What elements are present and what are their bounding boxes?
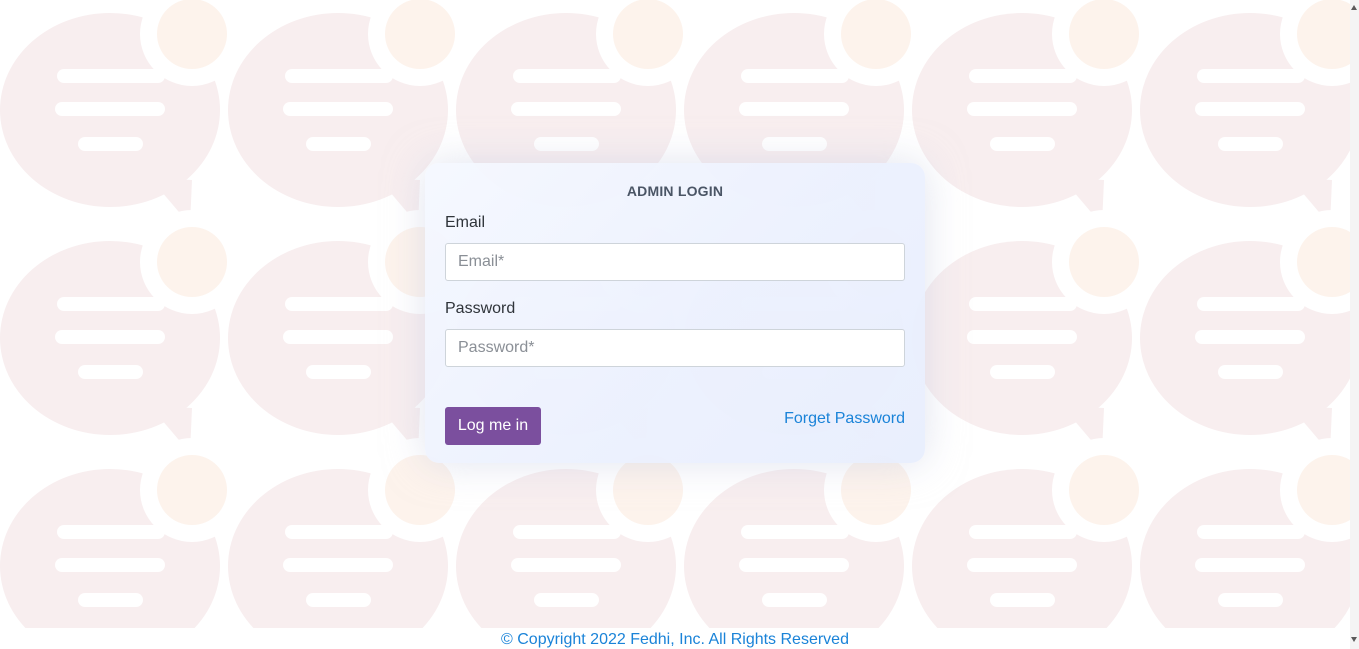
log-me-in-button[interactable]: Log me in (445, 407, 541, 445)
chat-bubble-icon (0, 438, 244, 628)
chat-bubble-icon (1140, 438, 1350, 628)
forget-password-link[interactable]: Forget Password (784, 410, 905, 428)
chat-bubble-icon (1140, 0, 1350, 225)
copyright-text: © Copyright 2022 Fedhi, Inc. All Rights … (501, 631, 849, 648)
chat-bubble-icon (228, 438, 472, 628)
vertical-scrollbar[interactable] (1350, 0, 1359, 649)
admin-login-card: ADMIN LOGIN Email Password Log me in For… (425, 163, 925, 463)
email-field[interactable] (445, 243, 905, 281)
chat-bubble-icon (0, 0, 244, 225)
chat-bubble-icon (1140, 210, 1350, 453)
footer: © Copyright 2022 Fedhi, Inc. All Rights … (0, 628, 1350, 649)
scroll-down-arrow-icon[interactable] (1351, 637, 1357, 642)
login-page: ADMIN LOGIN Email Password Log me in For… (0, 0, 1359, 649)
email-label: Email (445, 214, 486, 231)
chat-bubble-icon (456, 438, 700, 628)
password-label: Password (445, 300, 516, 317)
chat-bubble-icon (0, 210, 244, 453)
chat-bubble-icon (684, 438, 928, 628)
chat-bubble-icon (912, 0, 1156, 225)
password-field[interactable] (445, 329, 905, 367)
scroll-up-arrow-icon[interactable] (1351, 5, 1357, 10)
chat-bubble-icon (912, 438, 1156, 628)
login-title: ADMIN LOGIN (626, 183, 724, 199)
chat-bubble-icon (912, 210, 1156, 453)
